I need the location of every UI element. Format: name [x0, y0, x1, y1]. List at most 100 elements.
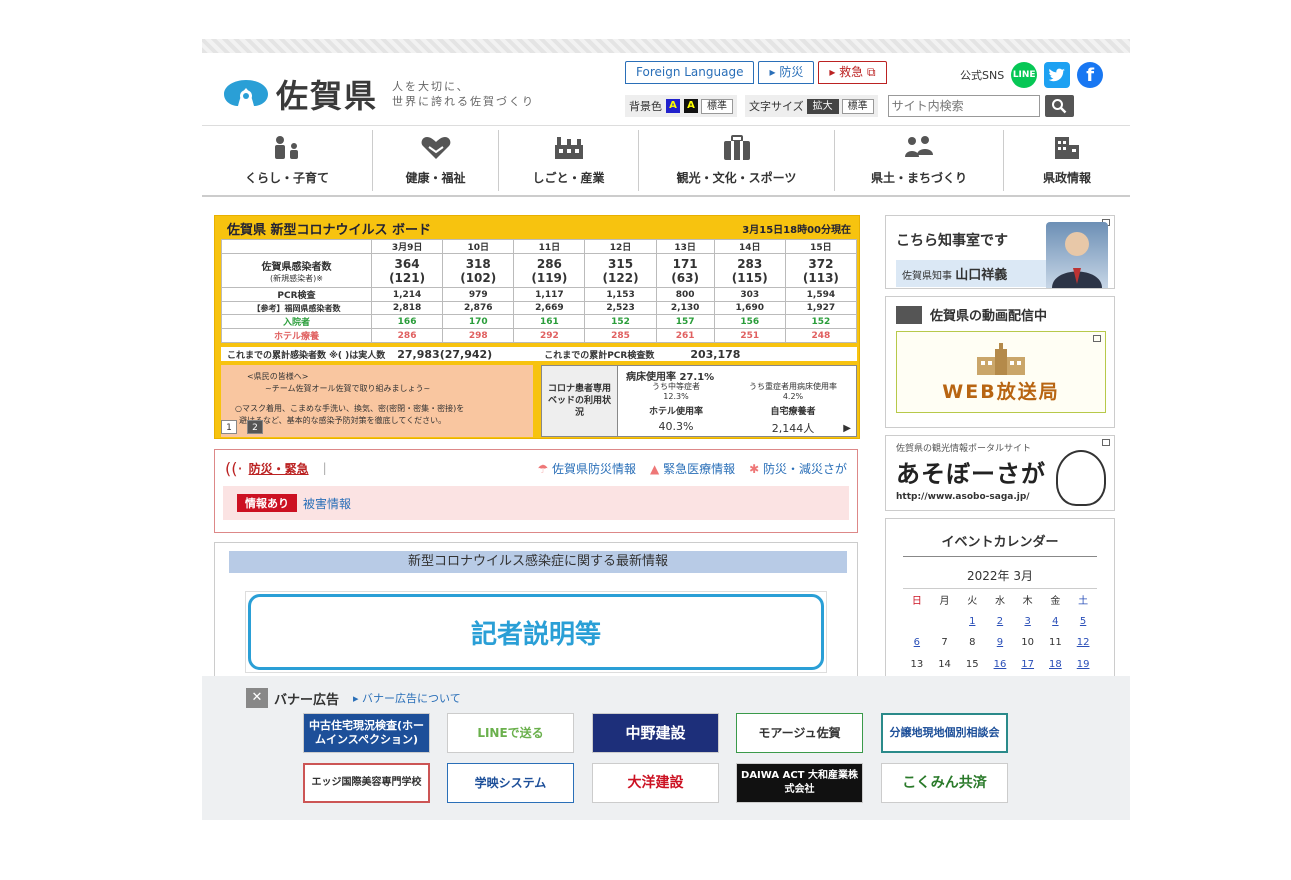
gnav-kanko-label: 観光・文化・スポーツ	[676, 171, 797, 185]
prefectural-office-icon	[977, 343, 1025, 375]
board-next-icon[interactable]: ▶	[843, 423, 851, 434]
site-logo[interactable]: 佐賀県 人を大切に、 世界に誇れる佐賀づくり	[222, 71, 535, 117]
logo-tagline: 人を大切に、 世界に誇れる佐賀づくり	[392, 79, 535, 109]
day-cell[interactable]: 16	[986, 654, 1014, 676]
hosp-cell: 166	[370, 314, 444, 329]
asobo-url: http://www.asobo-saga.jp/	[896, 492, 1030, 502]
press-banner[interactable]: 記者説明等	[245, 591, 827, 673]
pcr-row: PCR検査 1,214 979 1,117 1,153 800 303 1,59…	[221, 287, 858, 302]
close-icon[interactable]: ✕	[246, 688, 268, 708]
bed-severe-label: うち重症者用病床使用率	[749, 382, 837, 391]
day-cell[interactable]: 17	[1014, 654, 1042, 676]
siren-icon: ((·	[225, 458, 243, 478]
gnav-kanko[interactable]: 観光・文化・スポーツ	[639, 130, 835, 191]
day-cell[interactable]: 5	[1069, 611, 1097, 633]
banner-item[interactable]: こくみん共済	[881, 763, 1008, 803]
banner-item[interactable]: 分譲地現地個別相談会	[881, 713, 1008, 753]
banner-item[interactable]: モアージュ佐賀	[736, 713, 863, 753]
banner-about-link[interactable]: ▸ バナー広告について	[353, 690, 461, 706]
font-enlarge-button[interactable]: 拡大	[806, 98, 839, 114]
new-infected-value: (119)	[531, 270, 568, 285]
gnav-kurashi[interactable]: くらし・子育て	[202, 130, 373, 191]
bg-black-button[interactable]: A	[684, 99, 698, 113]
gnav-kenko[interactable]: 健康・福祉	[373, 130, 499, 191]
board-page-2[interactable]: 2	[247, 420, 263, 434]
governor-banner[interactable]: こちら知事室です 佐賀県知事 山口祥義	[885, 215, 1115, 289]
hotel-cell: 261	[655, 328, 715, 343]
line-icon[interactable]: LINE	[1011, 62, 1038, 88]
search-icon	[1052, 99, 1067, 114]
week-row: 1 2 3 4 5	[903, 611, 1097, 633]
week-row: 13 14 15 16 17 18 19	[903, 654, 1097, 676]
gnav-kensei[interactable]: 県政情報	[1004, 130, 1130, 191]
search-input[interactable]	[887, 95, 1040, 117]
pcr-cell: 1,594	[784, 287, 858, 302]
emergency-medical-link[interactable]: ▲ 緊急医療情報	[650, 460, 735, 477]
day-cell[interactable]: 19	[1069, 654, 1097, 676]
day-cell[interactable]: 6	[903, 632, 931, 654]
board-page-1[interactable]: 1	[221, 420, 237, 434]
gnav-shigoto[interactable]: しごと・産業	[499, 130, 639, 191]
asobo-saga-banner[interactable]: 佐賀県の観光情報ポータルサイト あそぼーさが http://www.asobo-…	[885, 435, 1115, 511]
fukuoka-cell: 2,876	[442, 301, 515, 315]
day-cell[interactable]: 1	[958, 611, 986, 633]
day-cell[interactable]: 18	[1042, 654, 1070, 676]
weekday-cell: 火	[967, 596, 978, 608]
day-cell[interactable]: 3	[1014, 611, 1042, 633]
alarm-icon: ▲	[650, 461, 660, 476]
banner-item[interactable]: 中野建設	[592, 713, 719, 753]
disaster-info-link[interactable]: ☂ 佐賀県防災情報	[537, 460, 636, 477]
day-cell[interactable]: 12	[1069, 632, 1097, 654]
banner-item[interactable]: 中古住宅現況検査(ホームインスペクション)	[303, 713, 430, 753]
covid-news-heading: 新型コロナウイルス感染症に関する最新情報	[225, 551, 847, 573]
hotel-cell: 285	[584, 328, 657, 343]
page: 佐賀県 人を大切に、 世界に誇れる佐賀づくり Foreign Language ▸…	[202, 39, 1130, 820]
foreign-language-tab[interactable]: Foreign Language	[625, 61, 755, 84]
hotel-rate-value: 40.3%	[658, 420, 694, 433]
damage-info-link[interactable]: 被害情報	[303, 495, 351, 512]
banner-item[interactable]: LINEで送る	[447, 713, 574, 753]
bg-standard-button[interactable]: 標準	[701, 98, 733, 114]
msg-line: <県民の皆様へ>	[247, 372, 309, 381]
banner-item[interactable]: 大洋建設	[592, 763, 719, 803]
info-badge: 情報あり	[237, 494, 297, 512]
day-cell: 10	[1021, 637, 1035, 649]
banner-item[interactable]: エッジ国際美容専門学校	[303, 763, 430, 803]
date-cell: 15日	[784, 239, 858, 254]
background-color-box: 背景色 A A 標準	[625, 95, 737, 117]
bousai-gensai-link[interactable]: ✱ 防災・減災さが	[749, 460, 847, 477]
web-broadcast-banner[interactable]: WEB放送局	[896, 331, 1106, 413]
bousai-tab[interactable]: ▸ 防災	[758, 61, 815, 84]
banner-item[interactable]: DAIWA ACT 大和産業株式会社	[736, 763, 863, 803]
disaster-link[interactable]: 防災・緊急	[249, 460, 309, 477]
hotel-rate-label: ホテル使用率	[648, 407, 703, 417]
facebook-icon[interactable]: f	[1077, 62, 1104, 88]
fukuoka-row: 【参考】福岡県感染者数 2,818 2,876 2,669 2,523 2,13…	[221, 301, 858, 315]
search-button[interactable]	[1044, 95, 1074, 117]
new-infected-value: (113)	[802, 270, 839, 285]
governor-title: こちら知事室です	[896, 233, 1008, 249]
day-cell[interactable]: 4	[1042, 611, 1070, 633]
day-cell[interactable]: 2	[986, 611, 1014, 633]
gnav-kendo[interactable]: 県土・まちづくり	[835, 130, 1004, 191]
new-infected-value: (63)	[671, 270, 699, 285]
bg-blue-button[interactable]: A	[666, 99, 680, 113]
hotel-label: ホテル療養	[221, 328, 372, 343]
bed-mid-value: 12.3%	[663, 392, 689, 401]
main-column: 佐賀県 新型コロナウイルス ボード 3月15日18時00分現在 3月9日 10日…	[214, 215, 860, 682]
day-cell: 11	[1049, 637, 1062, 649]
infected-cell: 283 (115)	[713, 253, 786, 288]
corona-board[interactable]: 佐賀県 新型コロナウイルス ボード 3月15日18時00分現在 3月9日 10日…	[214, 215, 860, 439]
kyukyu-tab[interactable]: ▸ 救急 ⧉	[818, 61, 887, 84]
twitter-icon[interactable]	[1044, 62, 1071, 88]
banner-item[interactable]: 学映システム	[447, 763, 574, 803]
new-infected-value: (115)	[731, 270, 768, 285]
day-cell[interactable]: 9	[986, 632, 1014, 654]
hosp-label: 入院者	[221, 314, 372, 329]
weekday-cell: 月	[939, 596, 950, 608]
disaster-info-link-label: 佐賀県防災情報	[552, 461, 637, 476]
font-standard-button[interactable]: 標準	[841, 98, 874, 114]
font-size-label: 文字サイズ	[749, 100, 804, 113]
weekday-cell: 水	[994, 596, 1005, 608]
global-nav: くらし・子育て 健康・福祉 しごと・産業 観光・文化・スポーツ 県土・まちづくり…	[202, 125, 1130, 197]
